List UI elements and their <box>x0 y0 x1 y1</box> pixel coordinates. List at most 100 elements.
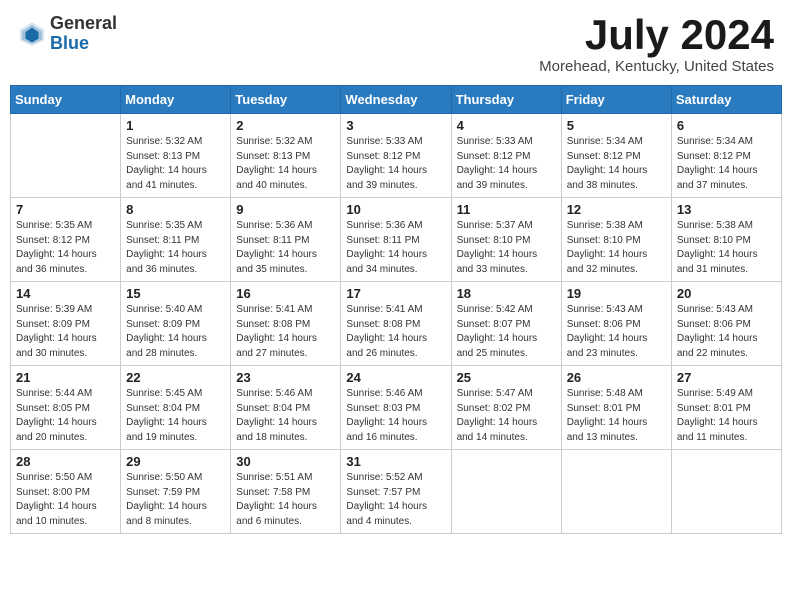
day-header-saturday: Saturday <box>671 86 781 114</box>
calendar-cell: 30 Sunrise: 5:51 AM Sunset: 7:58 PM Dayli… <box>231 450 341 534</box>
calendar-cell: 11 Sunrise: 5:37 AM Sunset: 8:10 PM Dayli… <box>451 198 561 282</box>
day-info: Sunrise: 5:41 AM Sunset: 8:08 PM Dayligh… <box>346 303 445 361</box>
day-info: Sunrise: 5:42 AM Sunset: 8:07 PM Dayligh… <box>457 303 556 361</box>
day-info: Sunrise: 5:34 AM Sunset: 8:12 PM Dayligh… <box>567 135 666 193</box>
day-number: 21 <box>16 370 115 385</box>
calendar-cell: 3 Sunrise: 5:33 AM Sunset: 8:12 PM Daylig… <box>341 114 451 198</box>
day-number: 9 <box>236 202 335 217</box>
day-info: Sunrise: 5:43 AM Sunset: 8:06 PM Dayligh… <box>567 303 666 361</box>
day-info: Sunrise: 5:36 AM Sunset: 8:11 PM Dayligh… <box>236 219 335 277</box>
calendar-cell: 2 Sunrise: 5:32 AM Sunset: 8:13 PM Daylig… <box>231 114 341 198</box>
day-info: Sunrise: 5:43 AM Sunset: 8:06 PM Dayligh… <box>677 303 776 361</box>
day-info: Sunrise: 5:36 AM Sunset: 8:11 PM Dayligh… <box>346 219 445 277</box>
calendar-cell <box>671 450 781 534</box>
day-info: Sunrise: 5:50 AM Sunset: 7:59 PM Dayligh… <box>126 471 225 529</box>
day-info: Sunrise: 5:39 AM Sunset: 8:09 PM Dayligh… <box>16 303 115 361</box>
day-info: Sunrise: 5:51 AM Sunset: 7:58 PM Dayligh… <box>236 471 335 529</box>
page-header: General Blue July 2024 Morehead, Kentuck… <box>10 10 782 79</box>
calendar-week-row: 7 Sunrise: 5:35 AM Sunset: 8:12 PM Daylig… <box>11 198 782 282</box>
logo: General Blue <box>18 14 117 54</box>
day-number: 26 <box>567 370 666 385</box>
day-number: 6 <box>677 118 776 133</box>
calendar-cell: 9 Sunrise: 5:36 AM Sunset: 8:11 PM Daylig… <box>231 198 341 282</box>
day-info: Sunrise: 5:47 AM Sunset: 8:02 PM Dayligh… <box>457 387 556 445</box>
day-number: 18 <box>457 286 556 301</box>
logo-blue-text: Blue <box>50 34 117 54</box>
calendar-cell: 16 Sunrise: 5:41 AM Sunset: 8:08 PM Dayli… <box>231 282 341 366</box>
day-info: Sunrise: 5:50 AM Sunset: 8:00 PM Dayligh… <box>16 471 115 529</box>
day-number: 2 <box>236 118 335 133</box>
day-info: Sunrise: 5:38 AM Sunset: 8:10 PM Dayligh… <box>677 219 776 277</box>
day-number: 28 <box>16 454 115 469</box>
logo-general-text: General <box>50 14 117 34</box>
day-info: Sunrise: 5:34 AM Sunset: 8:12 PM Dayligh… <box>677 135 776 193</box>
day-number: 17 <box>346 286 445 301</box>
day-info: Sunrise: 5:52 AM Sunset: 7:57 PM Dayligh… <box>346 471 445 529</box>
calendar-cell: 20Sunrise: 5:43 AM Sunset: 8:06 PM Dayli… <box>671 282 781 366</box>
logo-icon <box>18 20 46 48</box>
day-info: Sunrise: 5:38 AM Sunset: 8:10 PM Dayligh… <box>567 219 666 277</box>
day-header-wednesday: Wednesday <box>341 86 451 114</box>
calendar-cell: 6 Sunrise: 5:34 AM Sunset: 8:12 PM Daylig… <box>671 114 781 198</box>
calendar-cell: 12Sunrise: 5:38 AM Sunset: 8:10 PM Dayli… <box>561 198 671 282</box>
calendar-cell: 19 Sunrise: 5:43 AM Sunset: 8:06 PM Dayli… <box>561 282 671 366</box>
day-header-tuesday: Tuesday <box>231 86 341 114</box>
day-header-friday: Friday <box>561 86 671 114</box>
day-info: Sunrise: 5:48 AM Sunset: 8:01 PM Dayligh… <box>567 387 666 445</box>
calendar-cell: 5 Sunrise: 5:34 AM Sunset: 8:12 PM Daylig… <box>561 114 671 198</box>
day-number: 11 <box>457 202 556 217</box>
day-info: Sunrise: 5:46 AM Sunset: 8:03 PM Dayligh… <box>346 387 445 445</box>
day-info: Sunrise: 5:44 AM Sunset: 8:05 PM Dayligh… <box>16 387 115 445</box>
day-number: 19 <box>567 286 666 301</box>
day-number: 1 <box>126 118 225 133</box>
calendar-cell: 10 Sunrise: 5:36 AM Sunset: 8:11 PM Dayli… <box>341 198 451 282</box>
calendar-cell: 28 Sunrise: 5:50 AM Sunset: 8:00 PM Dayli… <box>11 450 121 534</box>
calendar-cell <box>11 114 121 198</box>
day-number: 8 <box>126 202 225 217</box>
calendar-cell: 7 Sunrise: 5:35 AM Sunset: 8:12 PM Daylig… <box>11 198 121 282</box>
day-number: 7 <box>16 202 115 217</box>
day-number: 10 <box>346 202 445 217</box>
day-info: Sunrise: 5:32 AM Sunset: 8:13 PM Dayligh… <box>126 135 225 193</box>
calendar-cell: 29 Sunrise: 5:50 AM Sunset: 7:59 PM Dayli… <box>121 450 231 534</box>
day-info: Sunrise: 5:35 AM Sunset: 8:12 PM Dayligh… <box>16 219 115 277</box>
day-info: Sunrise: 5:37 AM Sunset: 8:10 PM Dayligh… <box>457 219 556 277</box>
day-info: Sunrise: 5:35 AM Sunset: 8:11 PM Dayligh… <box>126 219 225 277</box>
day-info: Sunrise: 5:46 AM Sunset: 8:04 PM Dayligh… <box>236 387 335 445</box>
calendar-header-row: SundayMondayTuesdayWednesdayThursdayFrid… <box>11 86 782 114</box>
day-number: 30 <box>236 454 335 469</box>
calendar-cell: 25Sunrise: 5:47 AM Sunset: 8:02 PM Dayli… <box>451 366 561 450</box>
day-number: 24 <box>346 370 445 385</box>
calendar-table: SundayMondayTuesdayWednesdayThursdayFrid… <box>10 85 782 534</box>
calendar-cell: 22 Sunrise: 5:45 AM Sunset: 8:04 PM Dayli… <box>121 366 231 450</box>
day-number: 13 <box>677 202 776 217</box>
calendar-cell: 21 Sunrise: 5:44 AM Sunset: 8:05 PM Dayli… <box>11 366 121 450</box>
calendar-cell: 23 Sunrise: 5:46 AM Sunset: 8:04 PM Dayli… <box>231 366 341 450</box>
day-number: 23 <box>236 370 335 385</box>
day-info: Sunrise: 5:49 AM Sunset: 8:01 PM Dayligh… <box>677 387 776 445</box>
day-number: 29 <box>126 454 225 469</box>
calendar-cell: 26 Sunrise: 5:48 AM Sunset: 8:01 PM Dayli… <box>561 366 671 450</box>
calendar-week-row: 21 Sunrise: 5:44 AM Sunset: 8:05 PM Dayli… <box>11 366 782 450</box>
calendar-cell: 17 Sunrise: 5:41 AM Sunset: 8:08 PM Dayli… <box>341 282 451 366</box>
calendar-cell <box>451 450 561 534</box>
day-info: Sunrise: 5:45 AM Sunset: 8:04 PM Dayligh… <box>126 387 225 445</box>
calendar-week-row: 1 Sunrise: 5:32 AM Sunset: 8:13 PM Daylig… <box>11 114 782 198</box>
month-title: July 2024 <box>539 14 774 56</box>
day-info: Sunrise: 5:33 AM Sunset: 8:12 PM Dayligh… <box>346 135 445 193</box>
day-info: Sunrise: 5:41 AM Sunset: 8:08 PM Dayligh… <box>236 303 335 361</box>
day-number: 22 <box>126 370 225 385</box>
day-info: Sunrise: 5:32 AM Sunset: 8:13 PM Dayligh… <box>236 135 335 193</box>
calendar-cell: 24 Sunrise: 5:46 AM Sunset: 8:03 PM Dayli… <box>341 366 451 450</box>
calendar-cell: 14 Sunrise: 5:39 AM Sunset: 8:09 PM Dayli… <box>11 282 121 366</box>
day-number: 16 <box>236 286 335 301</box>
calendar-cell: 31Sunrise: 5:52 AM Sunset: 7:57 PM Dayli… <box>341 450 451 534</box>
location: Morehead, Kentucky, United States <box>539 58 774 75</box>
calendar-cell: 1 Sunrise: 5:32 AM Sunset: 8:13 PM Daylig… <box>121 114 231 198</box>
day-number: 5 <box>567 118 666 133</box>
day-number: 14 <box>16 286 115 301</box>
calendar-cell: 15Sunrise: 5:40 AM Sunset: 8:09 PM Dayli… <box>121 282 231 366</box>
calendar-cell: 18 Sunrise: 5:42 AM Sunset: 8:07 PM Dayli… <box>451 282 561 366</box>
calendar-week-row: 14 Sunrise: 5:39 AM Sunset: 8:09 PM Dayli… <box>11 282 782 366</box>
day-number: 3 <box>346 118 445 133</box>
